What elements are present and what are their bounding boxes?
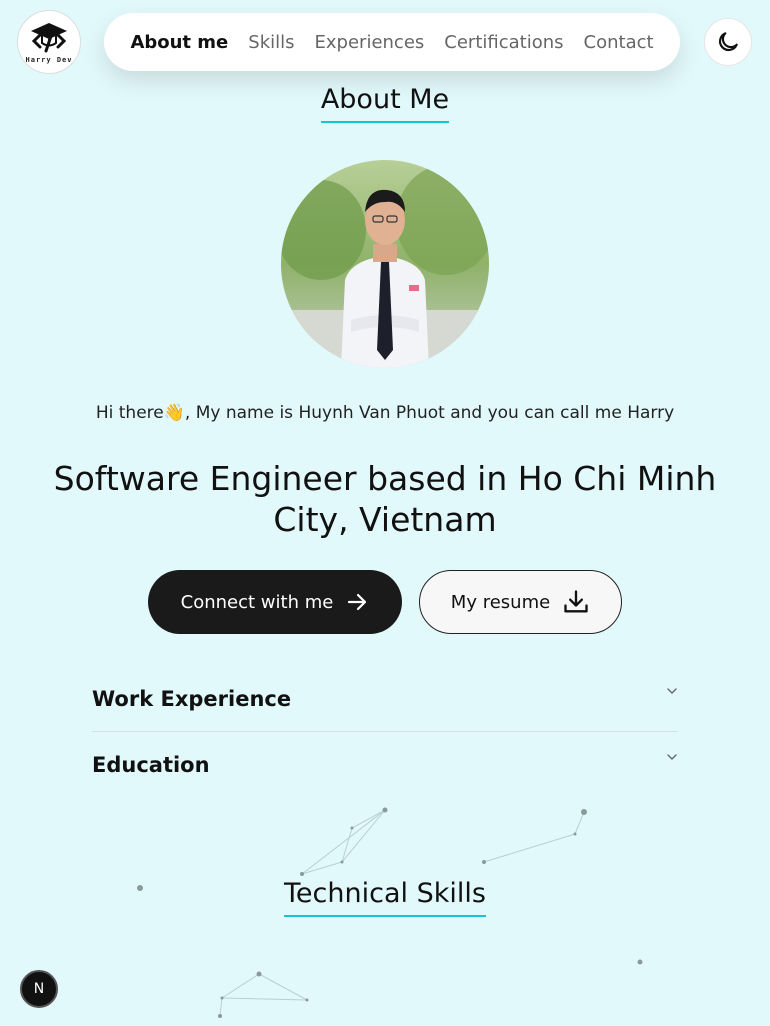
about-title-text: About Me — [320, 84, 450, 123]
chevron-down-icon — [667, 688, 677, 694]
accordion-label-education: Education — [92, 752, 210, 777]
nav-item-about[interactable]: About me — [130, 32, 228, 53]
waving-hand-emoji: 👋 — [163, 403, 185, 423]
skills-title-text: Technical Skills — [284, 878, 486, 917]
theme-toggle-button[interactable] — [704, 18, 752, 66]
site-logo[interactable]: Harry Dev — [17, 10, 81, 74]
arrow-right-icon — [348, 593, 367, 611]
greeting-post: , My name is Huynh Van Phuot and you can… — [184, 403, 675, 423]
nav-item-skills[interactable]: Skills — [248, 32, 294, 53]
about-section-title: About Me — [0, 84, 770, 123]
about-accordion: Work Experience Education — [92, 667, 678, 797]
accordion-work-experience[interactable]: Work Experience — [92, 667, 678, 732]
nav-item-experiences[interactable]: Experiences — [315, 32, 425, 53]
resume-button[interactable]: My resume — [419, 570, 622, 634]
moon-icon — [718, 32, 738, 52]
nav-item-contact[interactable]: Contact — [584, 32, 654, 53]
headline: Software Engineer based in Ho Chi Minh C… — [53, 459, 717, 539]
download-icon — [564, 590, 588, 613]
profile-photo — [281, 160, 489, 368]
greeting-text: Hi there👋, My name is Huynh Van Phuot an… — [0, 403, 770, 423]
code-graduation-logo-icon — [31, 22, 67, 52]
accordion-label-work: Work Experience — [92, 687, 292, 711]
nextjs-dev-badge[interactable]: N — [20, 970, 58, 1008]
greeting-pre: Hi there — [95, 403, 164, 423]
accordion-education[interactable]: Education — [92, 732, 678, 797]
nav-item-certifications[interactable]: Certifications — [444, 32, 563, 53]
connect-button[interactable]: Connect with me — [148, 570, 402, 634]
connect-button-label: Connect with me — [180, 591, 334, 613]
chevron-down-icon — [667, 753, 677, 760]
profile-avatar — [281, 160, 489, 368]
main-navbar: About me Skills Experiences Certificatio… — [104, 13, 680, 71]
resume-button-label: My resume — [450, 591, 551, 613]
logo-text: Harry Dev — [25, 55, 73, 64]
skills-section-title: Technical Skills — [0, 878, 770, 917]
